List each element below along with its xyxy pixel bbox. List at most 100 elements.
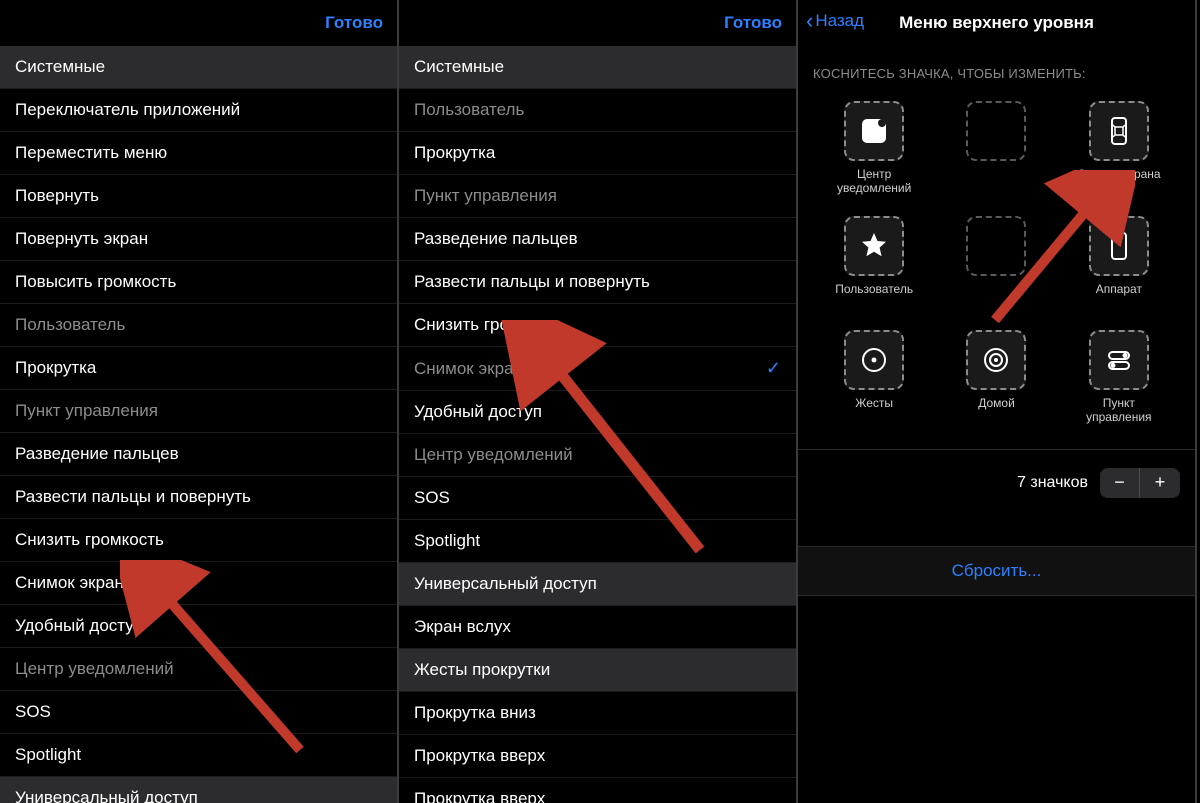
icon-count-row: 7 значков − + xyxy=(798,449,1195,508)
list-row[interactable]: Центр уведомлений xyxy=(399,434,796,477)
list-row: Жесты прокрутки xyxy=(399,649,796,692)
stepper-plus-button[interactable]: + xyxy=(1140,468,1180,498)
row-label: Прокрутка вниз xyxy=(414,703,536,723)
list-row[interactable]: Удобный доступ xyxy=(399,391,796,434)
list-row[interactable]: Spotlight xyxy=(399,520,796,563)
row-label: SOS xyxy=(414,488,450,508)
list-row[interactable]: Прокрутка вниз xyxy=(399,692,796,735)
row-label: Пользователь xyxy=(15,315,125,335)
menu-icon-empty xyxy=(946,101,1046,196)
list-row[interactable]: Разведение пальцев xyxy=(399,218,796,261)
header: Готово xyxy=(399,0,796,46)
back-label: Назад xyxy=(815,11,864,31)
list-row[interactable]: Снизить громкость xyxy=(0,519,397,562)
reset-button[interactable]: Сбросить... xyxy=(798,546,1195,596)
list-row[interactable]: Пользователь xyxy=(0,304,397,347)
empty-slot-icon xyxy=(966,101,1026,161)
done-button[interactable]: Готово xyxy=(724,13,782,33)
list-row[interactable]: Центр уведомлений xyxy=(0,648,397,691)
menu-icon-home[interactable]: Домой xyxy=(946,330,1046,425)
list-row: Универсальный доступ xyxy=(399,563,796,606)
panel-action-list-2: Готово Системные Пользователь Прокрутка Пун… xyxy=(399,0,798,803)
control-icon xyxy=(1089,330,1149,390)
star-icon xyxy=(844,216,904,276)
menu-icon-device[interactable]: Аппарат xyxy=(1069,216,1169,310)
device-icon xyxy=(1089,216,1149,276)
row-label: Прокрутка вверх xyxy=(414,789,545,803)
screenshot-icon xyxy=(1089,101,1149,161)
header: ‹ Назад Меню верхнего уровня xyxy=(798,0,1195,46)
row-label: Системные xyxy=(414,57,504,77)
menu-icon-empty xyxy=(946,216,1046,310)
list-row[interactable]: Развести пальцы и повернуть xyxy=(399,261,796,304)
list-row[interactable]: Удобный доступ xyxy=(0,605,397,648)
row-label: Повернуть xyxy=(15,186,99,206)
menu-icon-star[interactable]: Пользователь xyxy=(824,216,924,310)
checkmark-icon: ✓ xyxy=(766,358,781,379)
icon-label: Аппарат xyxy=(1096,282,1142,310)
list-row[interactable]: Повысить громкость xyxy=(0,261,397,304)
list-row[interactable]: Снизить громкость xyxy=(399,304,796,347)
list-row: Системные xyxy=(399,46,796,89)
list-row[interactable]: Переместить меню xyxy=(0,132,397,175)
row-label: Пункт управления xyxy=(414,186,557,206)
row-label: Системные xyxy=(15,57,105,77)
home-icon xyxy=(966,330,1026,390)
done-button[interactable]: Готово xyxy=(325,13,383,33)
row-label: Прокрутка xyxy=(15,358,96,378)
icon-label: Пользователь xyxy=(835,282,913,310)
row-label: Экран вслух xyxy=(414,617,511,637)
menu-icon-screenshot[interactable]: Снимок экрана xyxy=(1069,101,1169,196)
list-row[interactable]: Прокрутка xyxy=(0,347,397,390)
stepper-minus-button[interactable]: − xyxy=(1100,468,1140,498)
row-label: Центр уведомлений xyxy=(15,659,174,679)
row-label: Снимок экрана xyxy=(414,359,532,379)
icon-grid: Центр уведомлений Снимок экрана Пользовате… xyxy=(798,91,1195,445)
row-label: Развести пальцы и повернуть xyxy=(414,272,650,292)
row-label: Снизить громкость xyxy=(15,530,164,550)
list-row[interactable]: Пункт управления xyxy=(0,390,397,433)
icon-label: Центр уведомлений xyxy=(824,167,924,196)
row-label: Spotlight xyxy=(15,745,81,765)
back-button[interactable]: ‹ Назад xyxy=(806,10,864,32)
action-list: Системные Переключатель приложенийПеремес… xyxy=(0,46,397,803)
list-row[interactable]: Снимок экрана ✓ xyxy=(399,347,796,391)
list-row[interactable]: Повернуть экран xyxy=(0,218,397,261)
list-row[interactable]: Развести пальцы и повернуть xyxy=(0,476,397,519)
panel-top-level-menu: ‹ Назад Меню верхнего уровня КОСНИТЕСЬ З… xyxy=(798,0,1197,803)
empty-slot-icon xyxy=(966,216,1026,276)
list-row[interactable]: Прокрутка вверх xyxy=(399,735,796,778)
list-row[interactable]: SOS xyxy=(399,477,796,520)
icon-label: Домой xyxy=(978,396,1015,424)
list-row[interactable]: Снимок экрана xyxy=(0,562,397,605)
list-row[interactable]: Разведение пальцев xyxy=(0,433,397,476)
list-row[interactable]: Пользователь xyxy=(399,89,796,132)
row-label: Разведение пальцев xyxy=(15,444,179,464)
notification-icon xyxy=(844,101,904,161)
list-row[interactable]: SOS xyxy=(0,691,397,734)
row-label: Пользователь xyxy=(414,100,524,120)
list-row[interactable]: Повернуть xyxy=(0,175,397,218)
row-label: Удобный доступ xyxy=(414,402,542,422)
header: Готово xyxy=(0,0,397,46)
list-row[interactable]: Пункт управления xyxy=(399,175,796,218)
list-row[interactable]: Прокрутка xyxy=(399,132,796,175)
panel-action-list-1: Готово Системные Переключатель приложений… xyxy=(0,0,399,803)
page-title: Меню верхнего уровня xyxy=(899,13,1094,33)
list-row: Системные xyxy=(0,46,397,89)
list-row[interactable]: Прокрутка вверх xyxy=(399,778,796,803)
row-label: Снизить громкость xyxy=(414,315,563,335)
chevron-left-icon: ‹ xyxy=(806,10,813,32)
row-label: Повысить громкость xyxy=(15,272,176,292)
menu-icon-control[interactable]: Пункт управления xyxy=(1069,330,1169,425)
menu-icon-notification[interactable]: Центр уведомлений xyxy=(824,101,924,196)
list-row[interactable]: Экран вслух xyxy=(399,606,796,649)
row-label: Прокрутка xyxy=(414,143,495,163)
row-label: Центр уведомлений xyxy=(414,445,573,465)
menu-icon-gesture[interactable]: Жесты xyxy=(824,330,924,425)
list-row[interactable]: Переключатель приложений xyxy=(0,89,397,132)
row-label: Снимок экрана xyxy=(15,573,133,593)
gesture-icon xyxy=(844,330,904,390)
list-row[interactable]: Spotlight xyxy=(0,734,397,777)
icon-label: Пункт управления xyxy=(1069,396,1169,425)
